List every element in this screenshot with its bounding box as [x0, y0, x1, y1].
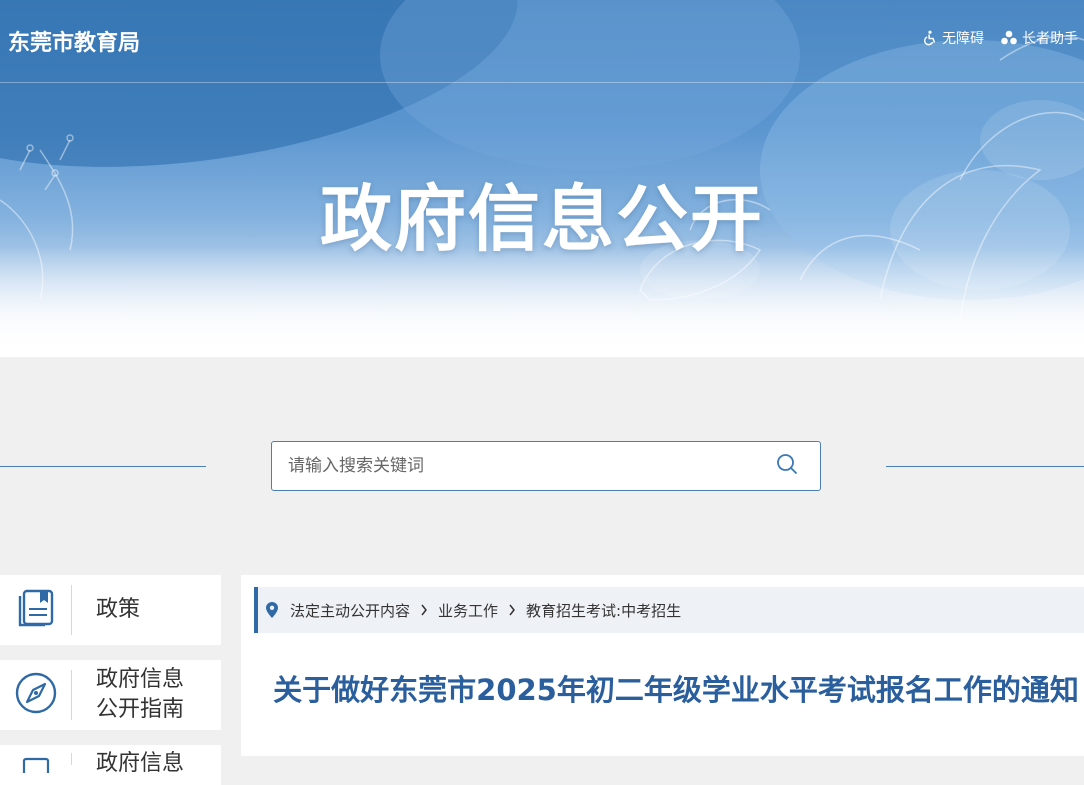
sidebar-icon-wrap [0, 745, 71, 785]
breadcrumb: 法定主动公开内容 业务工作 教育招生考试:中考招生 [254, 587, 1084, 633]
banner-fade [0, 247, 1084, 357]
sidebar-item-label: 政府信息 [96, 751, 185, 776]
breadcrumb-item[interactable]: 教育招生考试:中考招生 [526, 600, 681, 621]
breadcrumb-item[interactable]: 法定主动公开内容 [290, 600, 410, 621]
header-divider [0, 82, 1084, 83]
book-icon [15, 587, 57, 633]
header-banner: 东莞市教育局 无障碍 长者助手 政府信息公开 [0, 0, 1084, 357]
breadcrumb-item[interactable]: 业务工作 [438, 600, 498, 621]
document-icon [16, 753, 56, 781]
chevron-right-icon [420, 604, 428, 616]
chevron-right-icon [508, 604, 516, 616]
sidebar-icon-wrap [0, 575, 71, 645]
site-name[interactable]: 东莞市教育局 [8, 25, 140, 57]
elder-assist-label: 长者助手 [1022, 31, 1078, 47]
search-bar [271, 441, 821, 491]
article-title: 关于做好东莞市2025年初二年级学业水平考试报名工作的通知 [273, 673, 1079, 707]
sidebar-item-label: 政府信息 公开指南 [96, 667, 185, 722]
sidebar-icon-wrap [0, 660, 71, 730]
search-icon [776, 453, 798, 479]
sidebar-item-policy[interactable]: 政策 [0, 575, 221, 645]
search-divider-right [886, 466, 1084, 467]
search-input[interactable] [272, 442, 754, 490]
location-pin-icon [266, 602, 278, 618]
sidebar-item-label: 政策 [96, 597, 141, 622]
accessibility-button[interactable]: 无障碍 [922, 28, 984, 48]
search-divider-left [0, 466, 206, 467]
wheelchair-icon [922, 30, 938, 46]
elder-assist-button[interactable]: 长者助手 [1000, 28, 1078, 48]
elder-assist-icon [1000, 30, 1018, 46]
search-button[interactable] [754, 442, 820, 490]
sidebar-item-gov-info[interactable]: 政府信息 [0, 745, 221, 785]
compass-icon [14, 671, 58, 719]
top-tools: 无障碍 长者助手 [922, 28, 1078, 48]
sidebar-item-disclosure-guide[interactable]: 政府信息 公开指南 [0, 660, 221, 730]
article-panel: 法定主动公开内容 业务工作 教育招生考试:中考招生 关于做好东莞市2025年初二… [241, 575, 1084, 756]
accessibility-label: 无障碍 [942, 31, 984, 47]
